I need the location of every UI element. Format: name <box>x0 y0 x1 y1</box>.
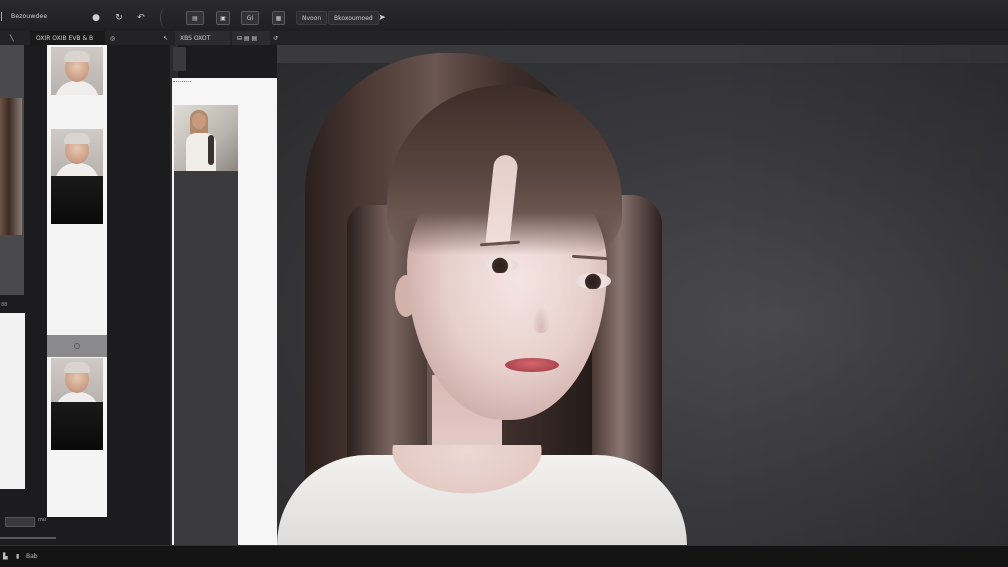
selection-field[interactable]: XBS OXOT <box>175 31 230 45</box>
panel-collapse-tab[interactable] <box>173 47 186 71</box>
thumbnail-portrait-1[interactable] <box>51 47 103 95</box>
opacity-input[interactable] <box>5 517 35 527</box>
document-preview <box>172 78 277 545</box>
options-bar: ╲ OXIR OXIB EVB & B ◎ ↖ XBS OXOT ⊟ ▤ ▤ ↺ <box>0 31 1008 45</box>
grid-button[interactable]: ▦ <box>272 11 285 25</box>
status-bar: ▙ ▮ Bab <box>0 545 1008 567</box>
drag-handle[interactable] <box>173 81 191 84</box>
undo-icon[interactable]: ↶ <box>134 11 148 25</box>
status-indicator-icon: ▮ <box>16 553 20 560</box>
options-field[interactable]: OXIR OXIB EVB & B <box>30 31 105 45</box>
gif-button[interactable]: GI <box>241 11 259 25</box>
mode-tab[interactable]: Nvoon <box>296 11 328 25</box>
record-icon[interactable]: ● <box>89 11 103 25</box>
canvas-vignette <box>277 45 1008 545</box>
menu-icon[interactable]: | <box>0 12 3 22</box>
layer-card[interactable] <box>0 313 25 489</box>
frame-button[interactable]: ▣ <box>216 11 230 25</box>
status-icon[interactable]: ▙ <box>3 553 8 560</box>
thumbnail-portrait-2[interactable] <box>51 129 103 177</box>
preview-inner <box>174 105 238 545</box>
thumbnail-black-2[interactable] <box>51 402 103 450</box>
layer-count-label: 88 <box>1 302 8 308</box>
thumbnail-panel <box>47 45 107 517</box>
back-arrow-icon[interactable]: ╲ <box>10 31 14 45</box>
view-options[interactable]: ⊟ ▤ ▤ <box>232 31 270 45</box>
cursor-icon[interactable]: ↖ <box>163 31 168 45</box>
thumbnail-group-header[interactable] <box>47 335 107 357</box>
circle-icon <box>74 343 80 349</box>
main-canvas[interactable] <box>277 45 1008 545</box>
status-label: Bab <box>26 553 38 560</box>
app-title: | Bezouwdee <box>0 12 64 24</box>
layer-preview-image[interactable] <box>0 98 22 235</box>
preview-photo[interactable] <box>174 105 238 171</box>
thumbnail-black-1[interactable] <box>51 176 103 224</box>
toolbar-divider <box>160 8 170 28</box>
panel-scrollbar[interactable] <box>0 537 56 539</box>
workspace-tab[interactable]: Bkoxoumoed <box>328 11 379 25</box>
thumbnail-portrait-3[interactable] <box>51 358 103 406</box>
top-toolbar: | Bezouwdee ● ↻ ↶ ▤ ▣ GI ▦ Nvoon Bkoxoum… <box>0 0 1008 32</box>
app-title-text: Bezouwdee <box>11 13 48 20</box>
layout-button[interactable]: ▤ <box>186 11 204 25</box>
pin-icon[interactable]: ➤ <box>376 11 388 25</box>
rotate-icon[interactable]: ↺ <box>273 31 278 45</box>
refresh-icon[interactable]: ↻ <box>112 11 126 25</box>
opacity-label: mu <box>38 517 47 523</box>
target-icon[interactable]: ◎ <box>110 31 115 45</box>
